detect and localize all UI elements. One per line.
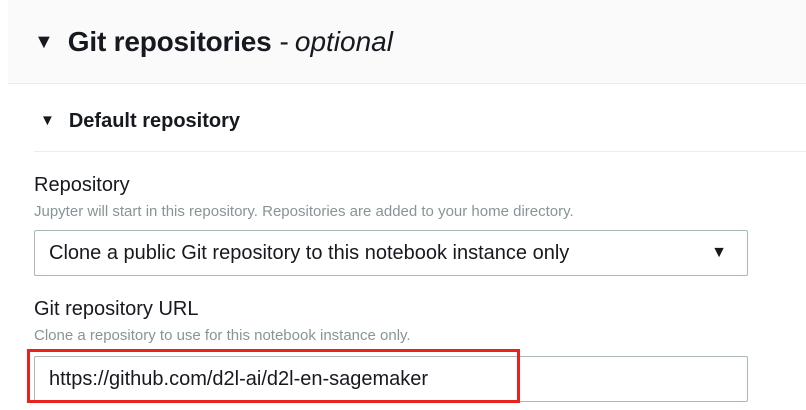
repository-label: Repository xyxy=(34,174,130,196)
repository-select[interactable]: Clone a public Git repository to this no… xyxy=(34,230,748,276)
section-title: Git repositories xyxy=(67,25,272,57)
git-repository-url-label: Git repository URL xyxy=(34,298,199,320)
git-repository-url-description: Clone a repository to use for this noteb… xyxy=(34,327,411,344)
section-title-dash: - xyxy=(279,25,289,57)
section-optional-label: optional xyxy=(294,25,393,57)
collapse-caret-icon[interactable]: ▼ xyxy=(34,32,54,52)
default-repository-header[interactable]: ▼ Default repository xyxy=(34,110,806,152)
repository-select-value: Clone a public Git repository to this no… xyxy=(49,241,570,264)
default-repository-title: Default repository xyxy=(68,110,241,132)
chevron-down-icon[interactable]: ▼ xyxy=(711,244,727,262)
collapse-caret-icon[interactable]: ▼ xyxy=(40,110,55,132)
git-repositories-section-header[interactable]: ▼ Git repositories - optional xyxy=(8,0,806,84)
repository-description: Jupyter will start in this repository. R… xyxy=(34,203,574,220)
git-repository-url-input[interactable]: https://github.com/d2l-ai/d2l-en-sagemak… xyxy=(34,356,748,402)
git-repositories-panel: ▼ Git repositories - optional ▼ Default … xyxy=(0,0,806,410)
